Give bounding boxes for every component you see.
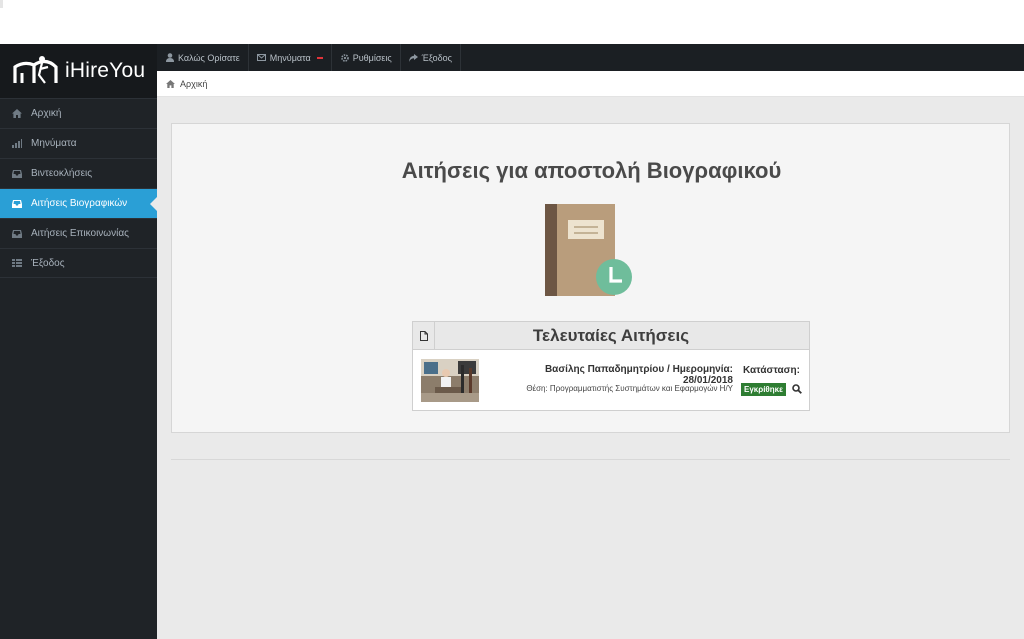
sidebar-item-label: Βιντεοκλήσεις (31, 168, 93, 179)
top-navbar: Καλώς Ορίσατε Μηνύματα Ρυθμίσεις Έξοδος (157, 44, 1024, 71)
messages-menu[interactable]: Μηνύματα (249, 44, 332, 71)
home-icon (165, 79, 175, 89)
settings-label: Ρυθμίσεις (352, 52, 392, 63)
brand-logo-area[interactable]: iHireYou (0, 44, 157, 98)
envelope-icon (257, 53, 267, 63)
inbox-icon (11, 169, 23, 179)
sidebar-item-label: Αρχική (31, 108, 62, 119)
applicant-position: Θέση: Προγραμματιστής Συστημάτων και Εφα… (526, 384, 733, 393)
notification-badge (316, 56, 323, 59)
content-divider (171, 459, 1010, 460)
grid-icon (11, 258, 23, 268)
sidebar-item-label: Μηνύματα (31, 138, 77, 149)
recent-applications-header: Τελευταίες Αιτήσεις (413, 321, 809, 350)
logout-menu[interactable]: Έξοδος (401, 44, 461, 71)
sidebar-item-logout[interactable]: Έξοδος (0, 248, 157, 278)
welcome-menu[interactable]: Καλώς Ορίσατε (157, 44, 249, 71)
status-badge: Εγκρίθηκε (741, 383, 786, 396)
sidebar-item-label: Έξοδος (31, 257, 65, 269)
messages-label: Μηνύματα (269, 52, 311, 63)
applicant-photo[interactable] (421, 359, 479, 402)
sidebar-item-cv-applications[interactable]: Αιτήσεις Βιογραφικών (0, 188, 157, 218)
document-icon (413, 321, 435, 350)
sidebar-item-contact-applications[interactable]: Αιτήσεις Επικοινωνίας (0, 218, 157, 248)
user-icon (165, 53, 175, 63)
search-icon[interactable] (792, 384, 802, 394)
page-title: Αιτήσεις για αποστολή Βιογραφικού (401, 158, 782, 183)
applications-panel: Αιτήσεις για αποστολή Βιογραφικού Τελευτ… (171, 123, 1010, 433)
recent-applications-title: Τελευταίες Αιτήσεις (532, 325, 690, 345)
inbox-icon (11, 199, 23, 209)
breadcrumb: Αρχική (157, 71, 1024, 97)
inbox-icon (11, 229, 23, 239)
applicant-name-date[interactable]: Βασίλης Παπαδημητρίου / Ημερομηνία: 28/0… (493, 364, 733, 386)
sidebar-item-label: Αιτήσεις Βιογραφικών (31, 198, 128, 209)
share-arrow-icon (409, 53, 419, 63)
breadcrumb-home-link[interactable]: Αρχική (180, 79, 207, 89)
settings-menu[interactable]: Ρυθμίσεις (332, 44, 401, 71)
sidebar: iHireYou Αρχική Μηνύματα Βιντεοκλήσεις Α… (0, 44, 157, 639)
sidebar-item-home[interactable]: Αρχική (0, 98, 157, 128)
brand-name: iHireYou (65, 59, 146, 82)
gear-icon (340, 53, 350, 63)
main-content: Αιτήσεις για αποστολή Βιογραφικού Τελευτ… (157, 97, 1024, 639)
signal-icon (11, 139, 23, 149)
welcome-label: Καλώς Ορίσατε (178, 52, 240, 63)
logout-label: Έξοδος (421, 52, 452, 63)
sidebar-item-label: Αιτήσεις Επικοινωνίας (31, 228, 129, 239)
recent-applications-box: Τελευταίες Αιτήσεις Βασίλης Παπαδημητρίο… (412, 321, 810, 411)
home-icon (11, 109, 23, 119)
ihireyou-logo-icon (13, 56, 58, 84)
notebook-clock-icon (545, 204, 632, 296)
status-label: Κατάσταση: (743, 365, 800, 376)
sidebar-item-videocalls[interactable]: Βιντεοκλήσεις (0, 158, 157, 188)
corner-mark (0, 0, 3, 8)
browser-top-area (0, 0, 1024, 44)
sidebar-item-messages[interactable]: Μηνύματα (0, 128, 157, 158)
